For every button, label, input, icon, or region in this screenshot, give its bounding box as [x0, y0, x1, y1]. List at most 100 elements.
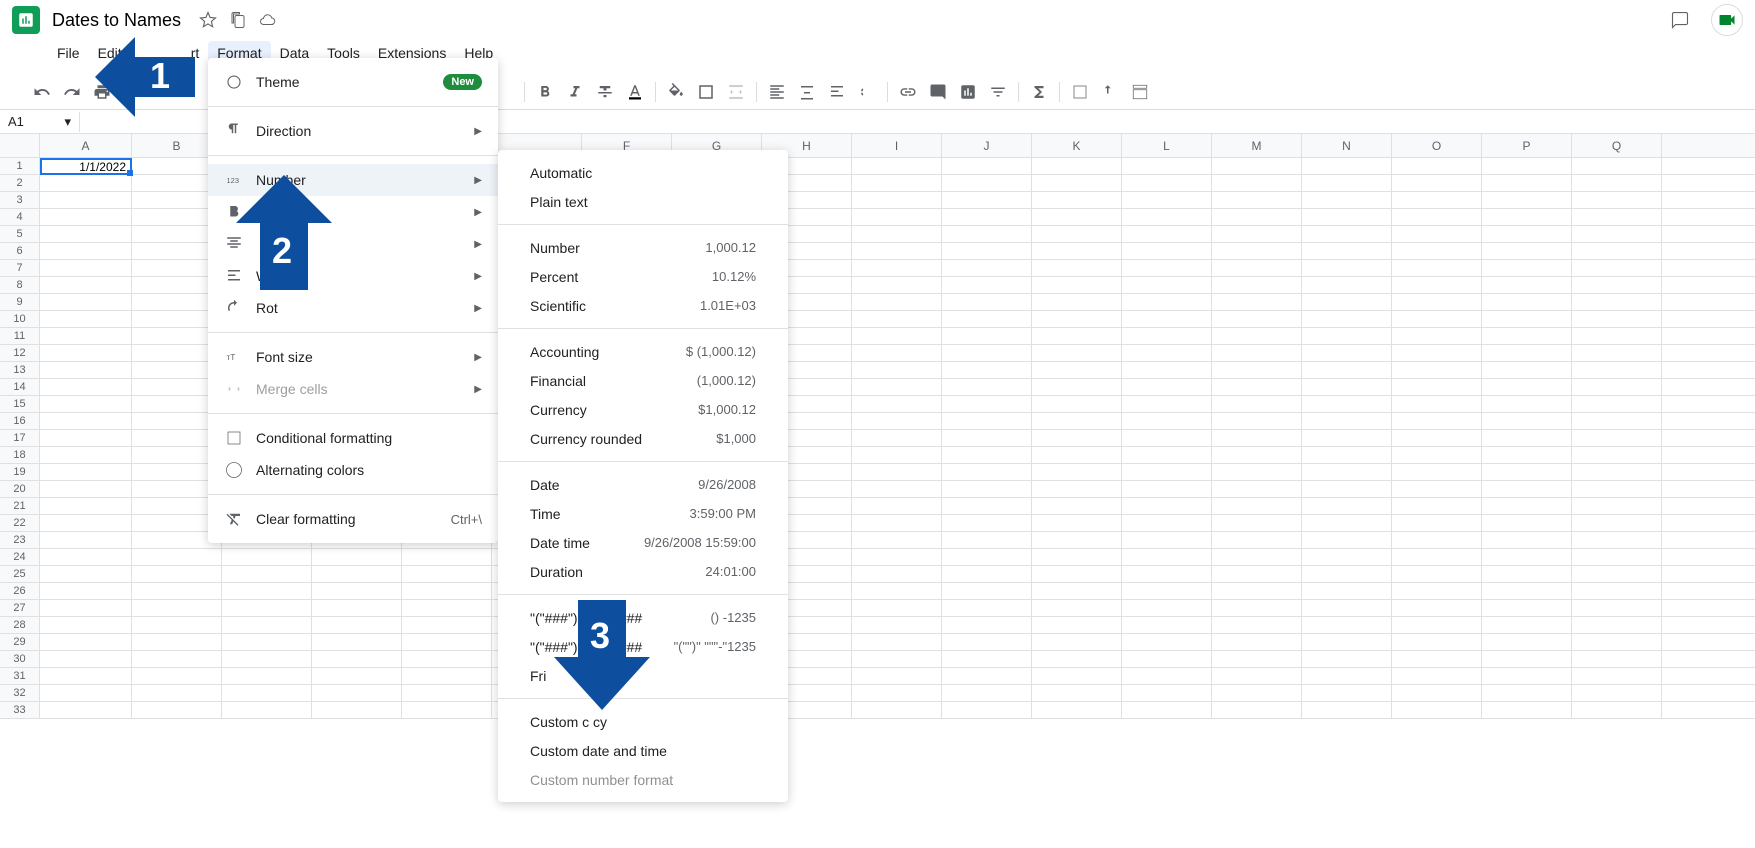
row-header[interactable]: 19 — [0, 464, 39, 481]
chevron-right-icon: ▶ — [474, 303, 482, 314]
row-header[interactable]: 33 — [0, 702, 39, 719]
row-header[interactable]: 23 — [0, 532, 39, 549]
format-plain-text[interactable]: Plain text — [498, 187, 788, 216]
row-header[interactable]: 3 — [0, 192, 39, 209]
format-duration[interactable]: Duration24:01:00 — [498, 557, 788, 586]
bold-button[interactable] — [531, 78, 559, 106]
format-financial[interactable]: Financial(1,000.12) — [498, 366, 788, 395]
row-header[interactable]: 9 — [0, 294, 39, 311]
row-header[interactable]: 20 — [0, 481, 39, 498]
italic-button[interactable] — [561, 78, 589, 106]
format-currency[interactable]: Currency$1,000.12 — [498, 395, 788, 424]
menu-direction[interactable]: Direction ▶ — [208, 115, 498, 147]
format-percent[interactable]: Percent10.12% — [498, 262, 788, 291]
row-header[interactable]: 1 — [0, 158, 39, 175]
row-header[interactable]: 29 — [0, 634, 39, 651]
menu-conditional-format[interactable]: Conditional formatting — [208, 422, 498, 454]
row-header[interactable]: 16 — [0, 413, 39, 430]
row-header[interactable]: 4 — [0, 209, 39, 226]
undo-button[interactable] — [28, 78, 56, 106]
valign-button[interactable] — [793, 78, 821, 106]
text-color-button[interactable] — [621, 78, 649, 106]
select-all-corner[interactable] — [0, 134, 40, 157]
format-accounting[interactable]: Accounting$ (1,000.12) — [498, 337, 788, 366]
row-header[interactable]: 32 — [0, 685, 39, 702]
format-currency-rounded[interactable]: Currency rounded$1,000 — [498, 424, 788, 453]
menu-font-size[interactable]: тT Font size ▶ — [208, 341, 498, 373]
row-header[interactable]: 25 — [0, 566, 39, 583]
merge-button[interactable] — [722, 78, 750, 106]
format-date[interactable]: Date9/26/2008 — [498, 470, 788, 499]
menu-file[interactable]: File — [48, 41, 89, 65]
row-header[interactable]: 28 — [0, 617, 39, 634]
format-scientific[interactable]: Scientific1.01E+03 — [498, 291, 788, 320]
halign-button[interactable] — [763, 78, 791, 106]
fill-color-button[interactable] — [662, 78, 690, 106]
name-box-value: A1 — [8, 114, 24, 129]
fill-handle[interactable] — [127, 170, 133, 176]
row-header[interactable]: 31 — [0, 668, 39, 685]
row-header[interactable]: 24 — [0, 549, 39, 566]
move-icon[interactable] — [229, 11, 247, 29]
strikethrough-button[interactable] — [591, 78, 619, 106]
format-datetime[interactable]: Date time9/26/2008 15:59:00 — [498, 528, 788, 557]
format-custom-number[interactable]: Custom number format — [498, 765, 788, 794]
col-header-q[interactable]: Q — [1572, 134, 1662, 157]
format-custom-datetime[interactable]: Custom date and time — [498, 736, 788, 765]
font-size-icon: тT — [224, 347, 244, 367]
comments-icon[interactable] — [1671, 11, 1689, 29]
row-header[interactable]: 14 — [0, 379, 39, 396]
borders-button[interactable] — [692, 78, 720, 106]
row-header[interactable]: 8 — [0, 277, 39, 294]
row-header[interactable]: 5 — [0, 226, 39, 243]
tool-extra1[interactable] — [1066, 78, 1094, 106]
name-box[interactable]: A1 ▾ — [0, 112, 80, 132]
chart-button[interactable] — [954, 78, 982, 106]
row-header[interactable]: 13 — [0, 362, 39, 379]
col-header-n[interactable]: N — [1302, 134, 1392, 157]
row-header[interactable]: 22 — [0, 515, 39, 532]
col-header-l[interactable]: L — [1122, 134, 1212, 157]
cell-a1[interactable]: 1/1/2022 — [40, 158, 132, 175]
row-header[interactable]: 7 — [0, 260, 39, 277]
format-dropdown: Theme New Direction ▶ 123 Number ▶ Text … — [208, 58, 498, 543]
redo-button[interactable] — [58, 78, 86, 106]
menu-clear-format[interactable]: Clear formatting Ctrl+\ — [208, 503, 498, 535]
row-header[interactable]: 26 — [0, 583, 39, 600]
comment-button[interactable] — [924, 78, 952, 106]
row-header[interactable]: 2 — [0, 175, 39, 192]
menu-alternating-colors[interactable]: Alternating colors — [208, 454, 498, 486]
row-header[interactable]: 21 — [0, 498, 39, 515]
col-header-p[interactable]: P — [1482, 134, 1572, 157]
col-header-o[interactable]: O — [1392, 134, 1482, 157]
col-header-j[interactable]: J — [942, 134, 1032, 157]
row-header[interactable]: 27 — [0, 600, 39, 617]
meet-icon[interactable] — [1711, 4, 1743, 36]
wrap-button[interactable] — [823, 78, 851, 106]
row-header[interactable]: 17 — [0, 430, 39, 447]
row-header[interactable]: 11 — [0, 328, 39, 345]
col-header-a[interactable]: A — [40, 134, 132, 157]
filter-button[interactable] — [984, 78, 1012, 106]
row-header[interactable]: 15 — [0, 396, 39, 413]
menu-theme[interactable]: Theme New — [208, 66, 498, 98]
col-header-m[interactable]: M — [1212, 134, 1302, 157]
row-header[interactable]: 10 — [0, 311, 39, 328]
rotate-button[interactable] — [853, 78, 881, 106]
row-header[interactable]: 18 — [0, 447, 39, 464]
format-time[interactable]: Time3:59:00 PM — [498, 499, 788, 528]
tool-extra3[interactable] — [1126, 78, 1154, 106]
col-header-i[interactable]: I — [852, 134, 942, 157]
format-automatic[interactable]: Automatic — [498, 158, 788, 187]
row-header[interactable]: 30 — [0, 651, 39, 668]
chevron-right-icon: ▶ — [474, 239, 482, 250]
row-header[interactable]: 12 — [0, 345, 39, 362]
row-header[interactable]: 6 — [0, 243, 39, 260]
tool-extra2[interactable] — [1096, 78, 1124, 106]
sheets-logo-icon[interactable] — [12, 6, 40, 34]
col-header-k[interactable]: K — [1032, 134, 1122, 157]
link-button[interactable] — [894, 78, 922, 106]
format-number[interactable]: Number1,000.12 — [498, 233, 788, 262]
cloud-status-icon[interactable] — [259, 11, 277, 29]
functions-button[interactable] — [1025, 78, 1053, 106]
